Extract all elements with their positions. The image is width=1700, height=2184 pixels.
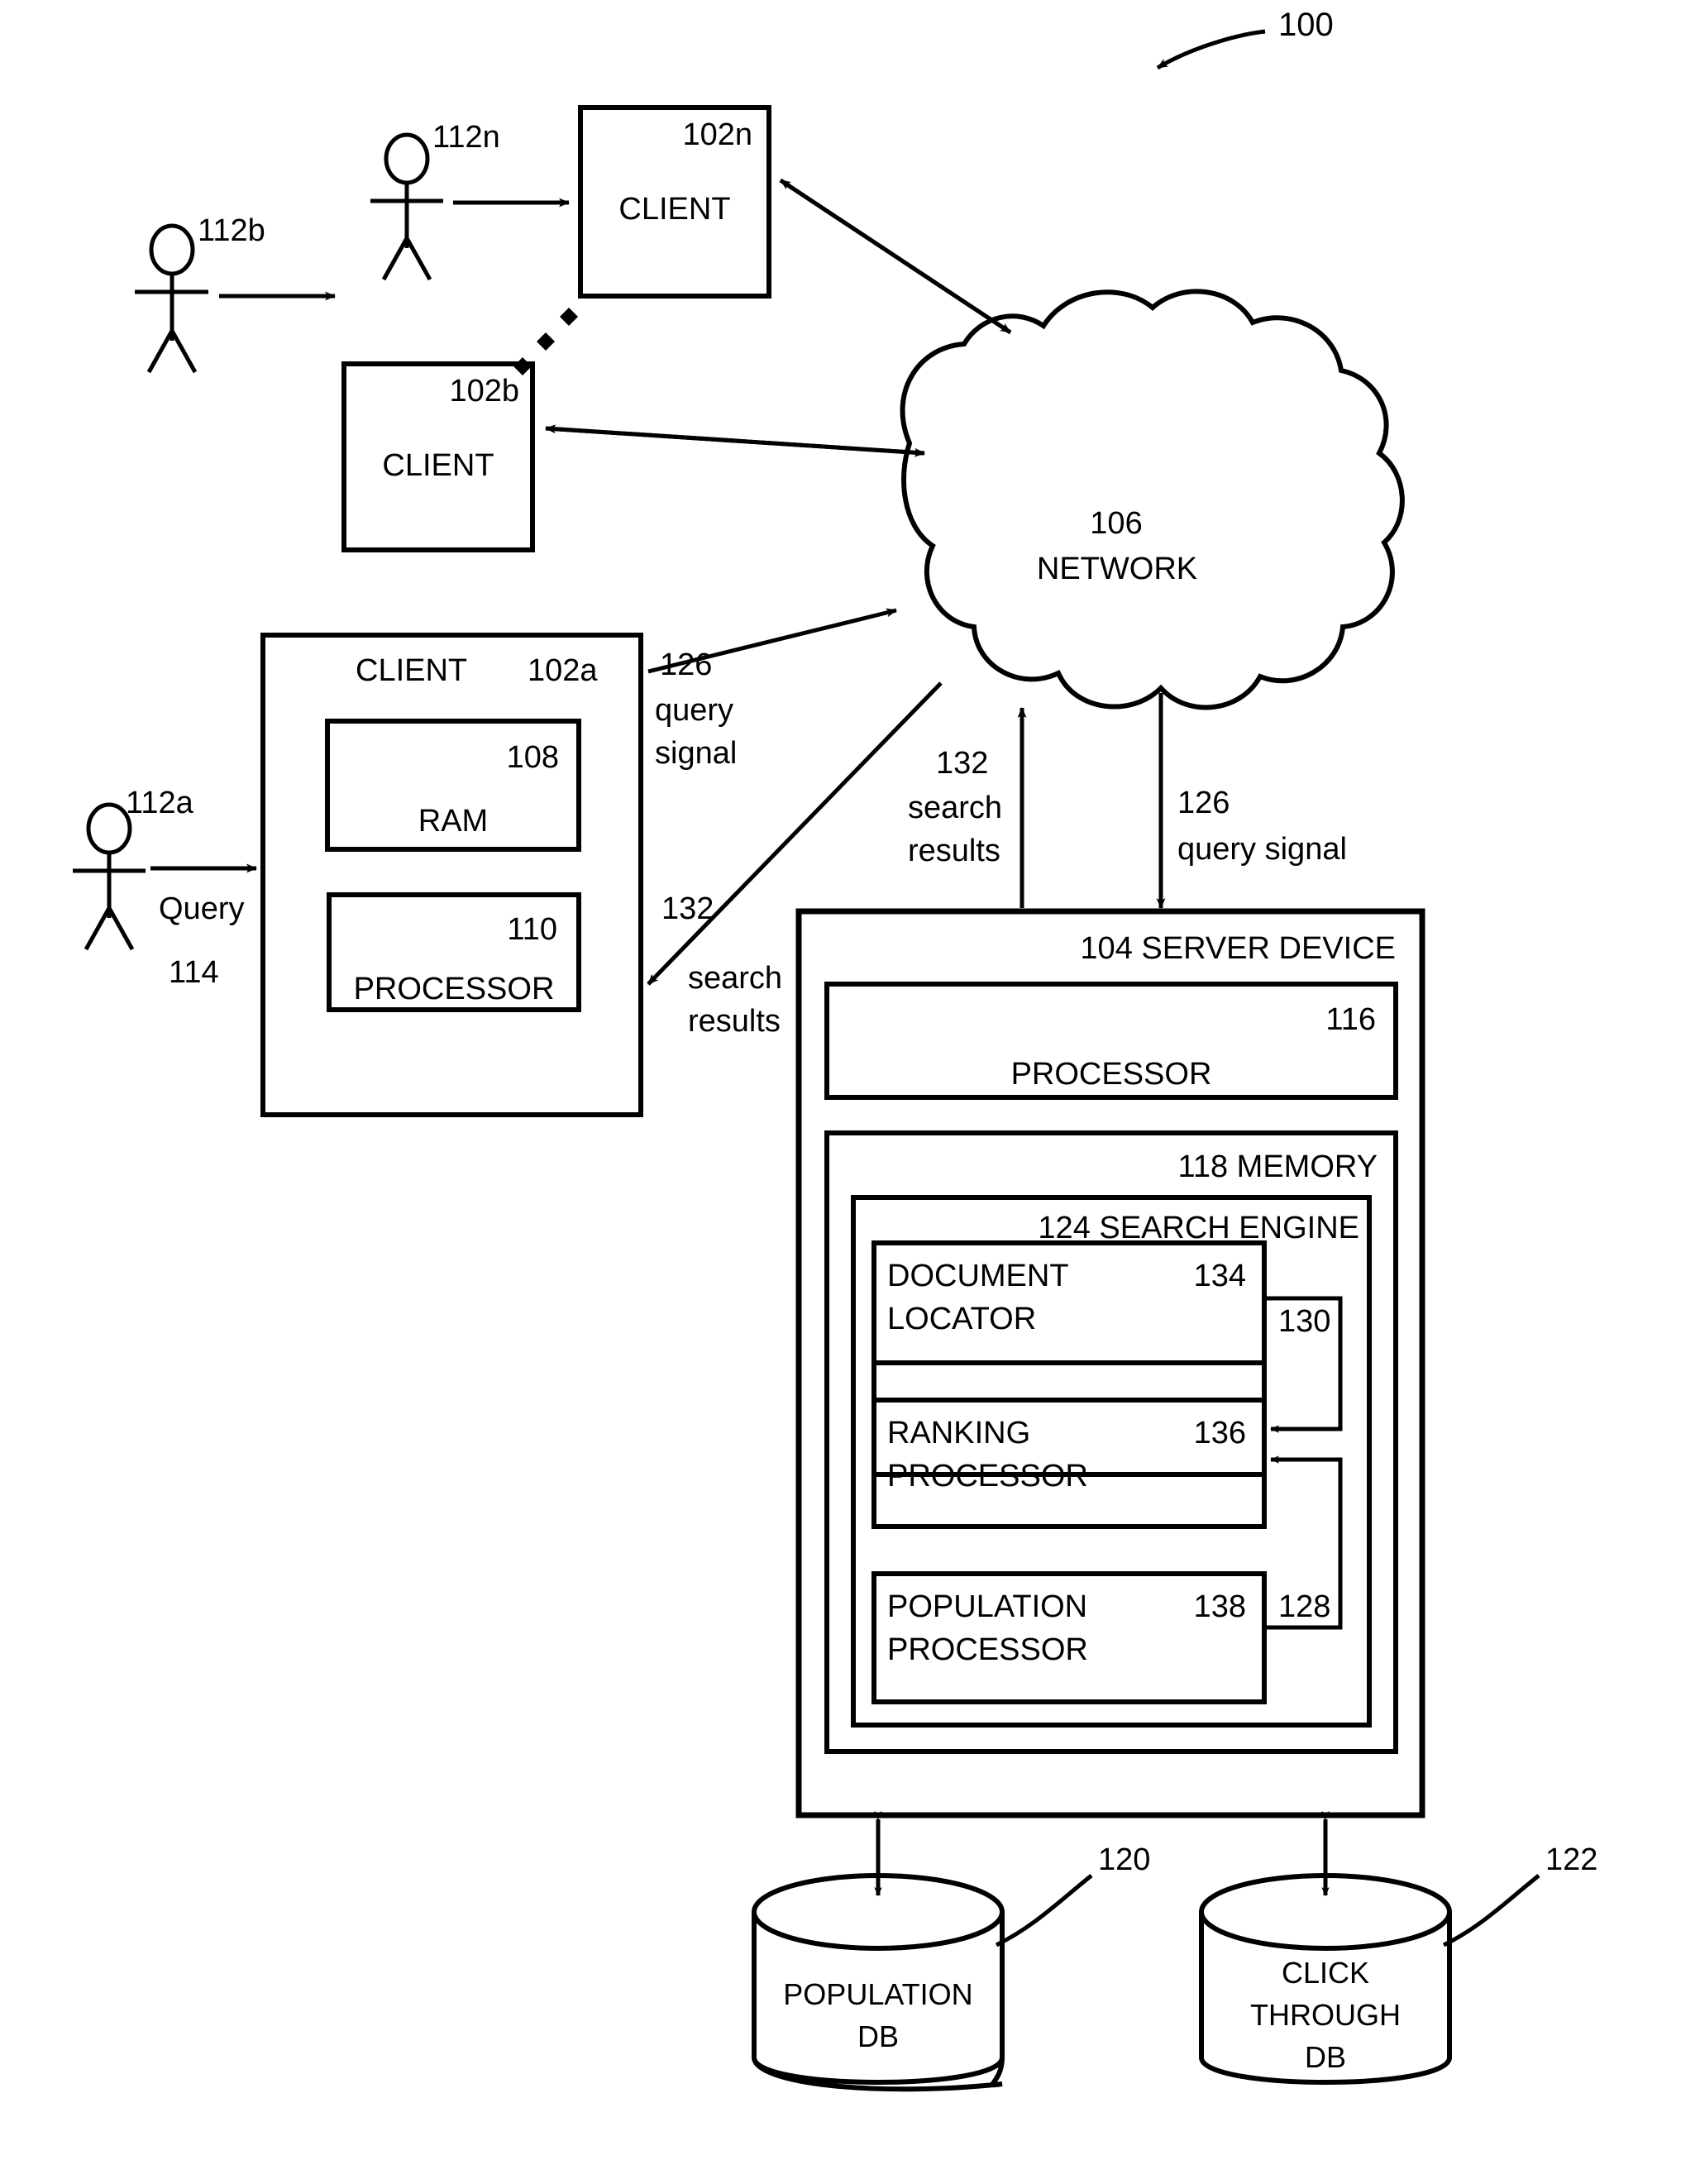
search-results-left-line1: search bbox=[688, 961, 783, 996]
query-label: Query bbox=[159, 891, 245, 926]
patent-figure-canvas: 100 112n 102n CLIENT 112b 102b CLIENT CL… bbox=[0, 0, 1700, 2184]
query-signal-right-label: query signal bbox=[1177, 832, 1347, 867]
connector-130-ref: 130 bbox=[1278, 1304, 1331, 1339]
population-processor-line2: PROCESSOR bbox=[887, 1632, 1088, 1667]
client-102a-ref: 102a bbox=[528, 653, 598, 688]
network-ref: 106 bbox=[1090, 506, 1143, 541]
ram-label: RAM bbox=[418, 804, 489, 839]
search-results-mid-ref: 132 bbox=[936, 746, 989, 781]
search-results-mid-line1: search bbox=[908, 791, 1003, 825]
population-db-line2: DB bbox=[857, 2019, 899, 2053]
query-signal-left-ref: 126 bbox=[660, 648, 713, 682]
document-locator-ref: 134 bbox=[1193, 1259, 1246, 1293]
server-processor-ref: 116 bbox=[1325, 1002, 1376, 1037]
figure-number: 100 bbox=[1278, 7, 1334, 43]
click-through-db-line1: CLICK bbox=[1281, 1956, 1370, 1990]
population-db-line1: POPULATION bbox=[783, 1977, 973, 2011]
memory-title: 118 MEMORY bbox=[1177, 1149, 1378, 1184]
user-112a-ref: 112a bbox=[126, 786, 193, 820]
search-results-left-ref: 132 bbox=[661, 891, 714, 926]
search-results-left-line2: results bbox=[688, 1004, 781, 1039]
ranking-processor-ref: 136 bbox=[1193, 1416, 1246, 1450]
click-through-db-ref: 122 bbox=[1545, 1842, 1598, 1877]
click-through-db-line3: DB bbox=[1304, 2040, 1346, 2074]
server-processor-label: PROCESSOR bbox=[1010, 1057, 1212, 1092]
query-ref: 114 bbox=[169, 955, 219, 990]
query-signal-left-line2: signal bbox=[655, 736, 738, 771]
document-locator-line2: LOCATOR bbox=[887, 1302, 1037, 1336]
client-processor-ref: 110 bbox=[507, 912, 557, 947]
population-db-ref: 120 bbox=[1098, 1842, 1151, 1877]
server-device-title: 104 SERVER DEVICE bbox=[1080, 931, 1396, 966]
query-signal-right-ref: 126 bbox=[1177, 786, 1230, 820]
click-through-db-line2: THROUGH bbox=[1250, 1998, 1401, 2032]
client-102b-label: CLIENT bbox=[382, 448, 494, 483]
ram-ref: 108 bbox=[506, 740, 559, 775]
ranking-processor-line2: PROCESSOR bbox=[887, 1459, 1088, 1493]
user-112b-ref: 112b bbox=[198, 213, 265, 248]
client-102a-label: CLIENT bbox=[356, 653, 468, 688]
client-processor-label: PROCESSOR bbox=[353, 972, 555, 1006]
client-102n-ref: 102n bbox=[682, 117, 752, 152]
client-102b-ref: 102b bbox=[449, 374, 519, 409]
population-processor-ref: 138 bbox=[1193, 1589, 1246, 1624]
search-results-mid-line2: results bbox=[908, 834, 1000, 868]
query-signal-left-line1: query bbox=[655, 693, 734, 728]
client-102n-label: CLIENT bbox=[618, 192, 731, 227]
search-engine-title: 124 SEARCH ENGINE bbox=[1038, 1211, 1359, 1245]
network-label: NETWORK bbox=[1036, 552, 1198, 586]
connector-128-ref: 128 bbox=[1278, 1589, 1331, 1624]
user-112n-ref: 112n bbox=[432, 120, 500, 155]
